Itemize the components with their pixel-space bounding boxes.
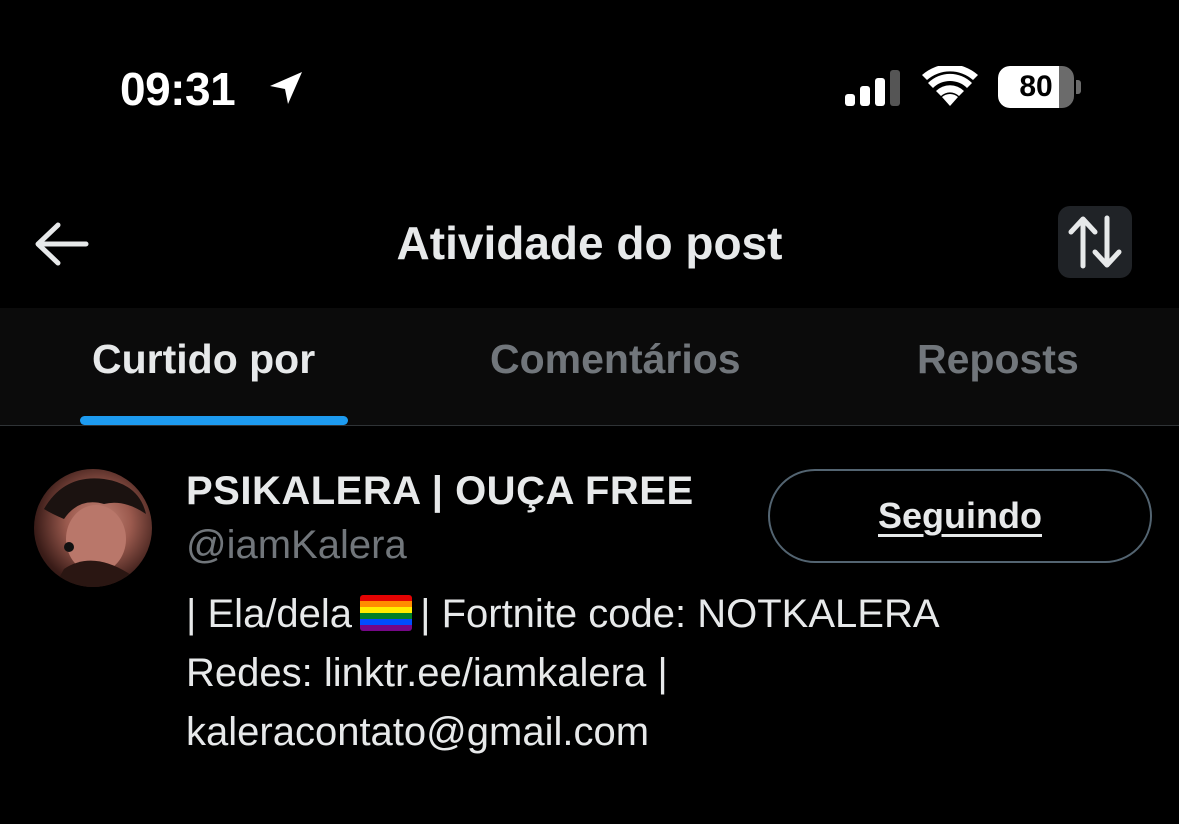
sort-arrows-icon — [1068, 215, 1122, 269]
bio-line-2: Redes: linktr.ee/iamkalera | — [186, 651, 668, 695]
rainbow-flag-icon — [360, 595, 413, 631]
user-bio: | Ela/dela | Fortnite code: NOTKALERA Red… — [186, 585, 1146, 762]
bio-pronouns: | Ela/dela — [186, 592, 353, 636]
cellular-signal-icon — [845, 70, 900, 106]
user-handle[interactable]: @iamKalera — [186, 523, 407, 568]
sort-button[interactable] — [1058, 206, 1132, 278]
page-title: Atividade do post — [396, 217, 783, 269]
tab-curtido-por[interactable]: Curtido por — [92, 336, 315, 383]
battery-nub — [1076, 80, 1081, 94]
user-display-name[interactable]: PSIKALERA | OUÇA FREE — [186, 469, 694, 514]
wifi-icon — [922, 66, 978, 106]
following-button-label: Seguindo — [878, 495, 1042, 536]
battery-indicator: 80 — [998, 66, 1082, 108]
top-header: Atividade do post — [0, 180, 1179, 308]
tab-comentarios[interactable]: Comentários — [490, 336, 741, 383]
battery-percentage: 80 — [1019, 70, 1053, 103]
list-item[interactable]: PSIKALERA | OUÇA FREE @iamKalera Seguind… — [0, 427, 1179, 824]
bio-line-3: kaleracontato@gmail.com — [186, 710, 650, 754]
tab-bar: Curtido por Comentários Reposts — [0, 308, 1179, 426]
active-tab-indicator — [80, 416, 348, 425]
avatar[interactable] — [34, 469, 152, 587]
following-button[interactable]: Seguindo — [768, 469, 1152, 563]
bio-line-1: | Ela/dela | Fortnite code: NOTKALERA — [186, 585, 1146, 644]
bio-fortnite-code: | Fortnite code: NOTKALERA — [420, 592, 940, 636]
tab-reposts[interactable]: Reposts — [917, 336, 1079, 383]
status-time: 09:31 — [120, 63, 236, 115]
location-arrow-icon — [270, 72, 302, 104]
status-bar: 09:31 80 — [0, 0, 1179, 180]
arrow-left-icon[interactable] — [30, 216, 92, 272]
